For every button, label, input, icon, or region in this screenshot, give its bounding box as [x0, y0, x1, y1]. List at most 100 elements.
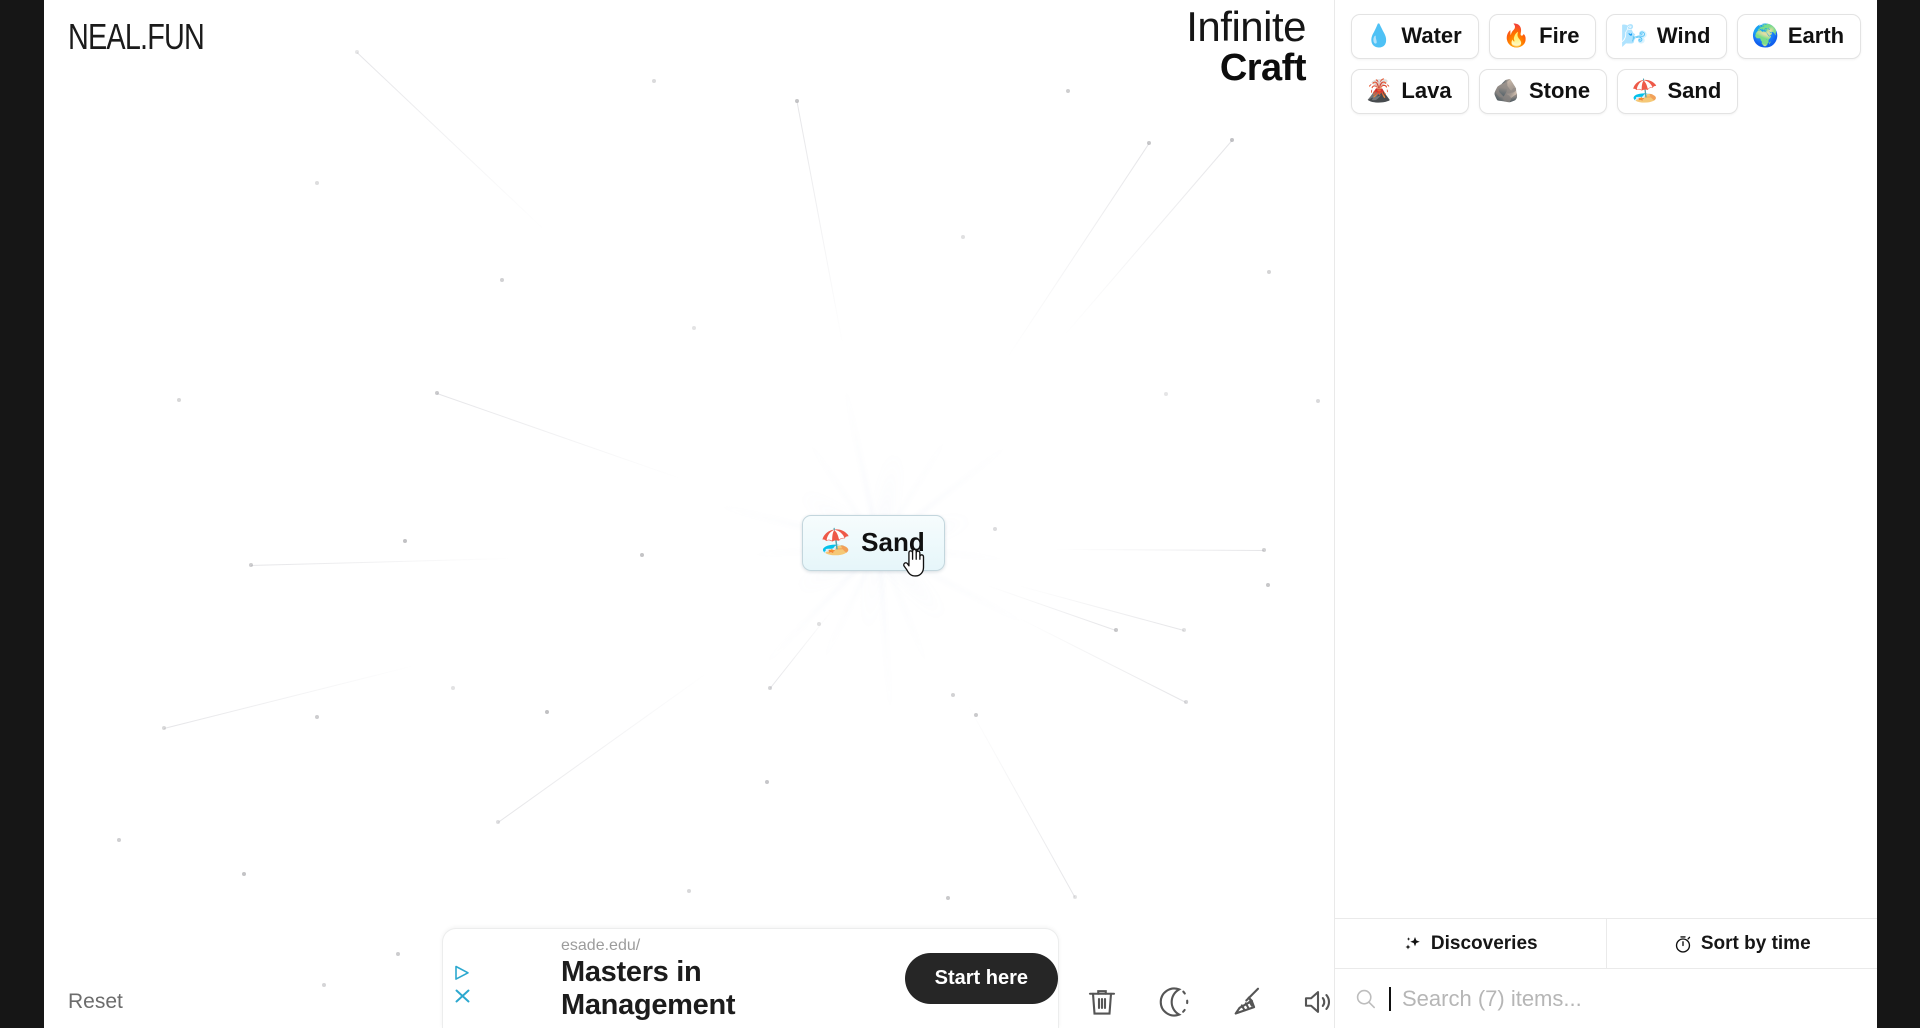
- particle-trail: [1005, 143, 1150, 361]
- particle-trail: [356, 52, 547, 232]
- sidebar-item-label: Lava: [1401, 78, 1452, 103]
- particle-dot: [500, 278, 504, 282]
- element-list: 💧 Water 🔥 Fire 🌬️ Wind 🌍 Earth 🌋 Lava 🪨 Stone 🏖️ Sand: [1335, 0, 1877, 918]
- fire-emoji-icon: 🔥: [1502, 23, 1531, 48]
- sparkles-icon: [1405, 936, 1420, 949]
- particle-trail: [769, 611, 832, 689]
- neal-fun-logo[interactable]: NEAL.FUN: [68, 16, 205, 58]
- particle-dot: [1266, 583, 1270, 587]
- sidebar-tabs: Discoveries Sort by time: [1335, 918, 1877, 968]
- particle-trail: [1053, 548, 1265, 551]
- particle-trail: [1018, 617, 1187, 703]
- tab-discoveries[interactable]: Discoveries: [1335, 919, 1606, 968]
- sidebar-item-fire[interactable]: 🔥 Fire: [1488, 14, 1597, 59]
- broom-icon[interactable]: [1228, 984, 1264, 1020]
- earth-emoji-icon: 🌍: [1751, 23, 1779, 48]
- particle-dot: [961, 235, 965, 239]
- water-emoji-icon: 💧: [1365, 23, 1393, 48]
- wind-emoji-icon: 🌬️: [1620, 23, 1648, 48]
- sidebar-item-label: Water: [1401, 23, 1462, 48]
- sidebar-item-sand[interactable]: 🏖️ Sand: [1617, 69, 1739, 114]
- canvas-toolbar: [1084, 984, 1334, 1020]
- sidebar-item-stone[interactable]: 🪨 Stone: [1478, 69, 1608, 114]
- particle-dot: [1066, 89, 1070, 93]
- particle-dot: [451, 686, 455, 690]
- ad-controls: [452, 963, 474, 1007]
- sand-emoji-icon: 🏖️: [1631, 78, 1659, 103]
- tab-discoveries-label: Discoveries: [1430, 932, 1538, 954]
- page: NEAL.FUN Infinite Craft 🏖️ Sand Reset es…: [44, 0, 1877, 1028]
- adchoices-triangle-icon[interactable]: [452, 963, 474, 983]
- canvas-element-label: Sand: [861, 527, 925, 557]
- lava-emoji-icon: 🌋: [1365, 78, 1393, 103]
- reset-button[interactable]: Reset: [68, 990, 123, 1014]
- particle-trail: [796, 101, 844, 348]
- sidebar-item-wind[interactable]: 🌬️ Wind: [1606, 14, 1728, 59]
- particle-dot: [242, 872, 246, 876]
- particle-dot: [117, 838, 121, 842]
- moon-icon[interactable]: [1156, 984, 1192, 1020]
- ad-banner[interactable]: esade.edu/ Masters in Management Start h…: [442, 928, 1059, 1028]
- app-root: NEAL.FUN Infinite Craft 🏖️ Sand Reset es…: [0, 0, 1920, 1028]
- canvas-element-sand[interactable]: 🏖️ Sand: [802, 515, 945, 571]
- ad-content: esade.edu/ Masters in Management Start h…: [561, 936, 1058, 1022]
- particle-dot: [765, 780, 769, 784]
- particle-dot: [315, 715, 319, 719]
- sidebar-item-label: Stone: [1528, 78, 1591, 103]
- sidebar-item-water[interactable]: 💧 Water: [1351, 14, 1479, 59]
- particle-dot: [1164, 392, 1168, 396]
- sand-emoji-icon: 🏖️: [820, 528, 852, 556]
- sidebar-item-earth[interactable]: 🌍 Earth: [1737, 14, 1862, 59]
- burst-ray: [877, 545, 893, 720]
- particle-dot: [1267, 270, 1271, 274]
- sidebar-item-label: Fire: [1539, 23, 1580, 48]
- letterbox-left: [0, 0, 44, 1028]
- search-bar[interactable]: Search (7) items...: [1335, 968, 1877, 1028]
- sidebar-item-label: Wind: [1656, 23, 1711, 48]
- title-infinite: Infinite: [1186, 3, 1306, 50]
- stone-emoji-icon: 🪨: [1492, 78, 1520, 103]
- close-x-icon[interactable]: [452, 985, 474, 1007]
- particle-dot: [652, 79, 656, 83]
- particle-trail: [967, 705, 1076, 898]
- particle-dot: [177, 398, 181, 402]
- particle-dot: [993, 527, 997, 531]
- speaker-icon[interactable]: [1300, 984, 1334, 1020]
- particle-dot: [687, 889, 691, 893]
- particle-dot: [946, 896, 950, 900]
- ad-url: esade.edu/: [561, 936, 641, 954]
- particle-dot: [951, 693, 955, 697]
- trash-icon[interactable]: [1084, 984, 1120, 1020]
- particle-trail: [986, 584, 1117, 631]
- particle-dot: [640, 553, 644, 557]
- title-craft: Craft: [1219, 46, 1307, 89]
- tab-sort-by-time-label: Sort by time: [1700, 932, 1811, 954]
- particle-trail: [436, 393, 682, 480]
- text-cursor: [1389, 986, 1391, 1011]
- ad-headline: Masters in Management: [561, 955, 736, 1021]
- particle-trail: [163, 664, 417, 729]
- sidebar-item-lava[interactable]: 🌋 Lava: [1351, 69, 1469, 114]
- particle-dot: [1114, 628, 1118, 632]
- search-icon: [1356, 989, 1375, 1008]
- particle-trail: [497, 671, 709, 823]
- particle-dot: [545, 710, 549, 714]
- particle-dot: [1316, 399, 1320, 403]
- letterbox-right: [1877, 0, 1920, 1028]
- particle-dot: [403, 539, 407, 543]
- stopwatch-icon: [1675, 935, 1691, 953]
- tab-sort-by-time[interactable]: Sort by time: [1605, 919, 1877, 968]
- particle-dot: [322, 983, 326, 987]
- page-title: Infinite Craft: [1186, 3, 1307, 89]
- particle-trail: [250, 557, 511, 566]
- particle-dot: [692, 326, 696, 330]
- particle-dot: [396, 952, 400, 956]
- sidebar-item-label: Sand: [1667, 78, 1722, 103]
- sidebar-item-label: Earth: [1787, 23, 1845, 48]
- search-input[interactable]: Search (7) items...: [1402, 986, 1582, 1012]
- ad-cta-button[interactable]: Start here: [904, 953, 1058, 1004]
- particle-dot: [315, 181, 319, 185]
- particle-trail: [1062, 140, 1233, 338]
- crafting-canvas[interactable]: NEAL.FUN Infinite Craft 🏖️ Sand Reset es…: [44, 0, 1334, 1028]
- element-sidebar: 💧 Water 🔥 Fire 🌬️ Wind 🌍 Earth 🌋 Lava 🪨 Stone 🏖️ Sand…: [1334, 0, 1877, 1028]
